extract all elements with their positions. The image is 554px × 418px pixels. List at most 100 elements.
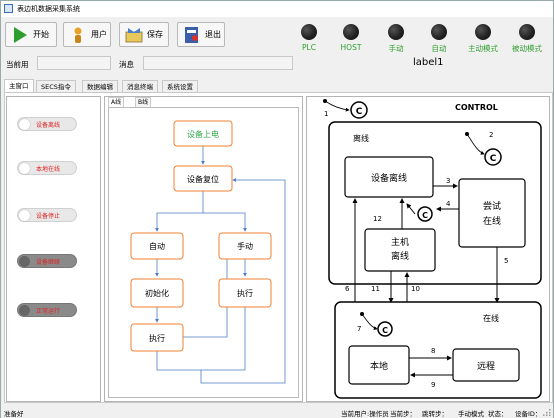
svg-text:在线: 在线 <box>483 215 501 227</box>
node-manual[interactable]: 手动 <box>218 232 272 260</box>
node-exec-auto[interactable]: 执行 <box>130 323 184 352</box>
control-state-diagram: CONTROL C 1 离线 C 2 设备离线 尝试 在线 主机 离线 C 3 … <box>323 99 542 399</box>
active-mode-lamp-label: 主动模式 <box>468 44 498 53</box>
subtab-line-b[interactable]: B线 <box>135 97 152 107</box>
app-window-icon <box>4 4 13 13</box>
title-bar: 表边机数据采集系统 <box>1 1 553 17</box>
auto-lamp-label: 自动 <box>431 44 447 53</box>
main-window: 表边机数据采集系统 开始 用户 保存 退出 PLC HOST 手动 自动 主动模… <box>0 0 554 418</box>
user-icon <box>74 27 82 43</box>
manual-lamp-label: 手动 <box>388 44 404 53</box>
auto-lamp <box>431 24 447 40</box>
status-jump-step: 跳转步： <box>422 410 448 418</box>
device-state-panel: 设备离线 本地在线 设备停止 设备继续 正常运行 <box>6 96 101 402</box>
transition-6: 6 <box>345 285 350 293</box>
tab-message-terminal[interactable]: 消息终端 <box>122 80 158 92</box>
transition-5: 5 <box>504 257 508 265</box>
toggle-knob <box>19 305 30 316</box>
message-label: 消息 <box>119 60 134 69</box>
toggle-normal-run[interactable]: 正常运行 <box>17 303 77 317</box>
status-label: label1 <box>413 57 444 68</box>
status-current-step: 当前步： <box>390 410 416 418</box>
transition-12: 12 <box>373 215 382 223</box>
ready-status: 准备好 <box>4 410 24 418</box>
svg-text:C: C <box>356 107 363 117</box>
svg-text:C: C <box>422 211 428 220</box>
svg-text:设备复位: 设备复位 <box>187 174 219 184</box>
svg-text:初始化: 初始化 <box>145 288 169 298</box>
transition-3: 3 <box>446 177 450 185</box>
subtab-line-a[interactable]: A线 <box>108 97 125 107</box>
host-offline-state <box>364 228 436 272</box>
tab-secs-command[interactable]: SECS指令 <box>36 80 76 92</box>
svg-text:执行: 执行 <box>237 288 253 298</box>
node-auto[interactable]: 自动 <box>130 232 184 260</box>
svg-text:自动: 自动 <box>149 241 165 251</box>
active-mode-lamp <box>475 24 491 40</box>
svg-text:离线: 离线 <box>391 250 409 262</box>
status-state: 状态： <box>488 410 508 418</box>
control-title: CONTROL <box>455 103 498 112</box>
message-field <box>143 56 293 70</box>
edge-reset-manual <box>203 212 247 232</box>
toggle-knob <box>19 256 30 267</box>
svg-text:本地: 本地 <box>370 360 388 372</box>
manual-lamp <box>388 24 404 40</box>
toggle-equipment-continue[interactable]: 设备继续 <box>17 254 77 268</box>
transition-8: 8 <box>431 347 435 355</box>
transition-2: 2 <box>489 131 493 139</box>
host-lamp-label: HOST <box>340 43 362 52</box>
node-init[interactable]: 初始化 <box>130 278 184 308</box>
passive-mode-lamp-label: 被动模式 <box>512 44 542 53</box>
history-c-top: C <box>323 99 368 119</box>
svg-text:尝试: 尝试 <box>483 200 501 212</box>
exit-button[interactable]: 退出 <box>177 22 225 47</box>
save-button[interactable]: 保存 <box>119 22 169 47</box>
play-icon <box>14 27 27 43</box>
toggle-equipment-stop[interactable]: 设备停止 <box>17 208 77 222</box>
resize-grip-icon[interactable] <box>542 408 551 416</box>
attempt-online-state <box>458 178 526 248</box>
transition-9: 9 <box>431 381 435 389</box>
svg-text:手动: 手动 <box>237 241 253 251</box>
svg-text:主机: 主机 <box>391 236 409 248</box>
host-lamp <box>343 24 359 40</box>
node-power-on[interactable]: 设备上电 <box>173 120 233 147</box>
toggle-local-online[interactable]: 本地在线 <box>17 161 77 175</box>
toggle-equipment-offline[interactable]: 设备离线 <box>17 117 77 131</box>
current-user-field <box>37 56 111 70</box>
offline-label: 离线 <box>353 133 369 143</box>
window-title: 表边机数据采集系统 <box>17 5 80 13</box>
tab-main[interactable]: 主窗口 <box>4 79 34 93</box>
toggle-knob <box>19 163 30 174</box>
edge-reset-auto <box>155 191 204 232</box>
control-state-panel: CONTROL C 1 离线 C 2 设备离线 尝试 在线 主机 离线 C 3 … <box>306 96 550 402</box>
status-device-id: 设备ID： <box>515 410 542 418</box>
history-c-host: C <box>417 206 433 222</box>
status-mode: 手动模式 <box>458 410 484 418</box>
svg-text:C: C <box>490 154 497 164</box>
tab-system-settings[interactable]: 系统设置 <box>162 80 198 92</box>
svg-text:远程: 远程 <box>477 361 495 372</box>
plc-lamp-label: PLC <box>302 43 316 52</box>
transition-10: 10 <box>411 285 420 293</box>
status-bar: 准备好 当前用户:操作员 当前步： 跳转步： 手动模式 状态： 设备ID： <box>1 405 553 418</box>
node-reset[interactable]: 设备复位 <box>173 165 233 192</box>
svg-text:C: C <box>382 326 388 335</box>
user-button[interactable]: 用户 <box>63 22 111 47</box>
tab-data-edit[interactable]: 数据编辑 <box>82 80 118 92</box>
passive-mode-lamp <box>519 24 535 40</box>
transition-1: 1 <box>324 110 328 118</box>
transition-11: 11 <box>371 285 380 293</box>
flow-chart: 设备上电 设备复位 自动 手动 初始化 执行 执行 <box>130 120 286 384</box>
node-exec-manual[interactable]: 执行 <box>218 278 272 308</box>
status-current-user: 当前用户:操作员 <box>341 410 389 418</box>
toggle-knob <box>19 210 30 221</box>
transition-7: 7 <box>357 325 361 333</box>
edge-manual-merge <box>201 307 246 371</box>
start-button[interactable]: 开始 <box>5 22 57 47</box>
transition-4: 4 <box>446 200 451 208</box>
current-user-label: 当前用 <box>6 60 29 69</box>
svg-text:设备离线: 设备离线 <box>371 172 407 184</box>
exit-icon <box>185 27 198 43</box>
